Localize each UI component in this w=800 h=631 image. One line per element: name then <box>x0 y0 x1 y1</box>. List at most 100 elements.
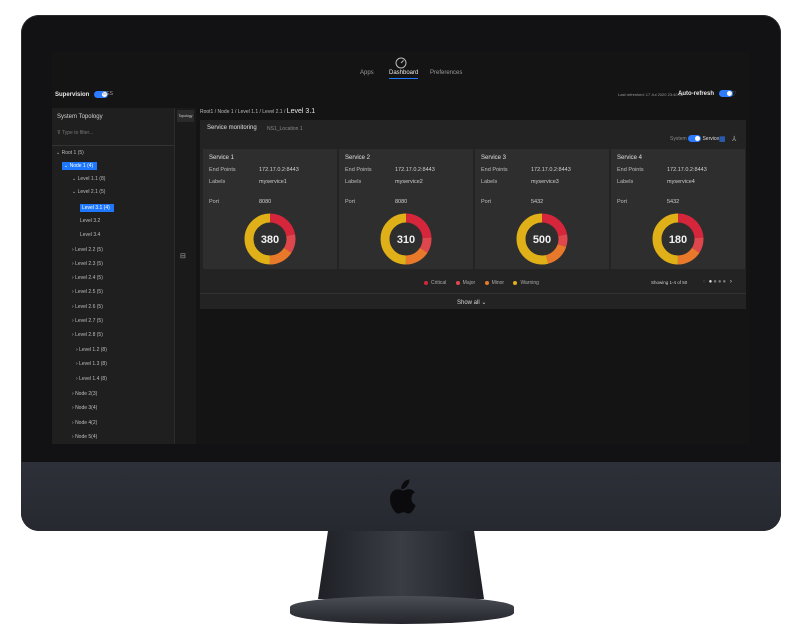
chart-legend: Critical Major Minor Warning <box>416 280 539 286</box>
tree-item[interactable]: Level 3.2 <box>80 218 100 224</box>
tree-item[interactable]: ⌄ Root 1 (5) <box>56 150 84 156</box>
panel-subtitle: NS1_Location 1 <box>267 126 303 132</box>
tree-item-label: Level 2.4 (5) <box>75 275 103 281</box>
tree-item-label: Level 3.4 <box>80 232 101 238</box>
nav-dashboard[interactable]: Dashboard <box>389 70 419 79</box>
breadcrumb-current: Level 3.1 <box>286 108 316 115</box>
page-dot[interactable]: ● <box>723 279 728 285</box>
service-card[interactable]: Service 3 End Points 172.17.0.2:8443 Lab… <box>475 149 609 269</box>
service-card[interactable]: Service 4 End Points 172.17.0.2:8443 Lab… <box>611 149 745 269</box>
donut-total: 500 <box>533 234 551 246</box>
tree-item[interactable]: › Node 4(2) <box>72 420 97 426</box>
tree-item[interactable]: › Node 3(4) <box>72 405 97 411</box>
show-all-button[interactable]: Show all ⌄ <box>457 299 486 306</box>
auto-refresh-label: Auto-refresh <box>678 91 715 98</box>
sidebar: System Topology ⊽ Type to filter... ⌄ Ro… <box>52 108 174 444</box>
tree-item[interactable]: Level 3.4 <box>80 232 100 238</box>
tree-item[interactable]: › Node 5(4) <box>72 434 97 440</box>
sidebar-divider <box>52 145 174 146</box>
showing-count: Showing 1-4 of 50 <box>651 280 688 285</box>
tree-item-label: Level 1.3 (8) <box>79 361 107 367</box>
service-card[interactable]: Service 2 End Points 172.17.0.2:8443 Lab… <box>339 149 473 269</box>
last-refreshed-text: Last refreshed: 17 Jul 2020 23:40:05 <box>618 92 684 97</box>
collapse-panel-icon[interactable]: ⊟ <box>180 252 190 260</box>
legend-label: Minor <box>491 280 505 286</box>
tree-item-label: Level 1.4 (8) <box>79 376 107 382</box>
grid-view-icon[interactable]: ▦ <box>719 135 727 143</box>
port-label: Port <box>617 199 628 205</box>
system-service-toggle[interactable] <box>688 135 702 142</box>
breadcrumb-item[interactable]: Level 2.1 <box>262 109 282 115</box>
labels-label: Labels <box>209 179 226 185</box>
legend-swatch-minor <box>484 280 489 285</box>
service-name: Service 2 <box>345 155 371 161</box>
tree-item-label: Level 2.1 (5) <box>77 189 106 195</box>
hierarchy-icon[interactable]: ⅄ <box>732 135 740 143</box>
labels-value: myservice3 <box>531 179 559 185</box>
service-name: Service 1 <box>209 155 235 161</box>
topology-tab[interactable]: Topology <box>177 110 194 122</box>
panel-title: Service monitoring <box>207 125 257 131</box>
port-label: Port <box>481 199 492 205</box>
tree-item-label: Level 1.2 (8) <box>79 347 107 353</box>
end-points-value: 172.17.0.2:8443 <box>395 167 435 173</box>
end-points-label: End Points <box>209 167 236 173</box>
tree-item-label: Level 1.1 (8) <box>77 176 106 182</box>
breadcrumb-item[interactable]: Node 1 <box>218 109 234 115</box>
port-value: 8080 <box>259 199 272 205</box>
legend-label: Warning <box>520 280 539 286</box>
tree-item-label: Level 2.7 (5) <box>75 318 103 324</box>
nav-apps[interactable]: Apps <box>360 70 374 76</box>
labels-value: myservice2 <box>395 179 423 185</box>
show-all-bar: Show all ⌄ <box>200 293 746 310</box>
legend-swatch-warning <box>513 280 518 285</box>
service-card[interactable]: Service 1 End Points 172.17.0.2:8443 Lab… <box>203 149 337 269</box>
tree-item[interactable]: Level 3.1 (4) <box>80 204 114 212</box>
tree-item[interactable]: › Level 1.3 (8) <box>76 361 107 367</box>
tree-item[interactable]: › Node 2(3) <box>72 391 97 397</box>
donut-total: 180 <box>669 234 687 246</box>
status-donut: 500 <box>516 213 568 265</box>
service-label: Service <box>702 135 720 142</box>
port-label: Port <box>345 199 356 205</box>
chevron-left-icon[interactable]: ‹ <box>703 279 706 285</box>
tree-item[interactable]: ⌄ Node 1 (4) <box>62 162 98 170</box>
tree-item[interactable]: › Level 2.8 (5) <box>72 332 103 338</box>
tree-item[interactable]: › Level 2.7 (5) <box>72 318 103 324</box>
tree-item[interactable]: ⌄ Level 1.1 (8) <box>72 176 105 182</box>
filter-placeholder: Type to filter... <box>61 130 94 136</box>
breadcrumb-item[interactable]: Root1 <box>200 109 213 115</box>
labels-label: Labels <box>617 179 634 185</box>
tree-item[interactable]: › Level 2.5 (5) <box>72 289 103 295</box>
tree-item[interactable]: › Level 1.4 (8) <box>76 376 107 382</box>
tree-item[interactable]: › Level 1.2 (8) <box>76 347 107 353</box>
tree-item-label: Node 4(2) <box>75 420 98 426</box>
service-name: Service 3 <box>481 155 507 161</box>
tree-item[interactable]: ⌄ Level 2.1 (5) <box>72 189 105 195</box>
end-points-label: End Points <box>617 167 644 173</box>
tree-item[interactable]: › Level 2.4 (5) <box>72 275 103 281</box>
tree-item-label: Level 2.8 (5) <box>75 332 103 338</box>
nav-preferences[interactable]: Preferences <box>430 70 462 76</box>
tree-item[interactable]: › Level 2.3 (5) <box>72 261 103 267</box>
tree-item-label: Level 2.3 (5) <box>75 261 103 267</box>
system-label: System <box>670 135 687 142</box>
tree-item[interactable]: › Level 2.2 (5) <box>72 247 103 253</box>
legend-swatch-critical <box>424 280 428 285</box>
filter-input[interactable]: ⊽ Type to filter... <box>57 130 169 139</box>
tree-item-label: Root 1 (5) <box>61 150 84 156</box>
end-points-value: 172.17.0.2:8443 <box>531 167 571 173</box>
tree-item-label: Node 1 (4) <box>69 163 94 169</box>
status-donut: 180 <box>652 213 704 265</box>
pager: ‹ ●●●● › <box>703 279 733 285</box>
labels-value: myservice4 <box>667 179 695 185</box>
breadcrumb-item[interactable]: Level 1.1 <box>238 109 258 115</box>
status-donut: 380 <box>244 213 296 265</box>
chevron-right-icon[interactable]: › <box>730 279 733 285</box>
tree-item[interactable]: › Level 2.6 (5) <box>72 304 103 310</box>
app-screen: Apps Dashboard Preferences Supervision E… <box>52 52 750 444</box>
end-points-value: 172.17.0.2:8443 <box>259 167 299 173</box>
heart-icon[interactable]: ♡ <box>730 90 736 98</box>
tree-item-label: Node 5(4) <box>75 434 98 440</box>
port-value: 8080 <box>395 199 408 205</box>
